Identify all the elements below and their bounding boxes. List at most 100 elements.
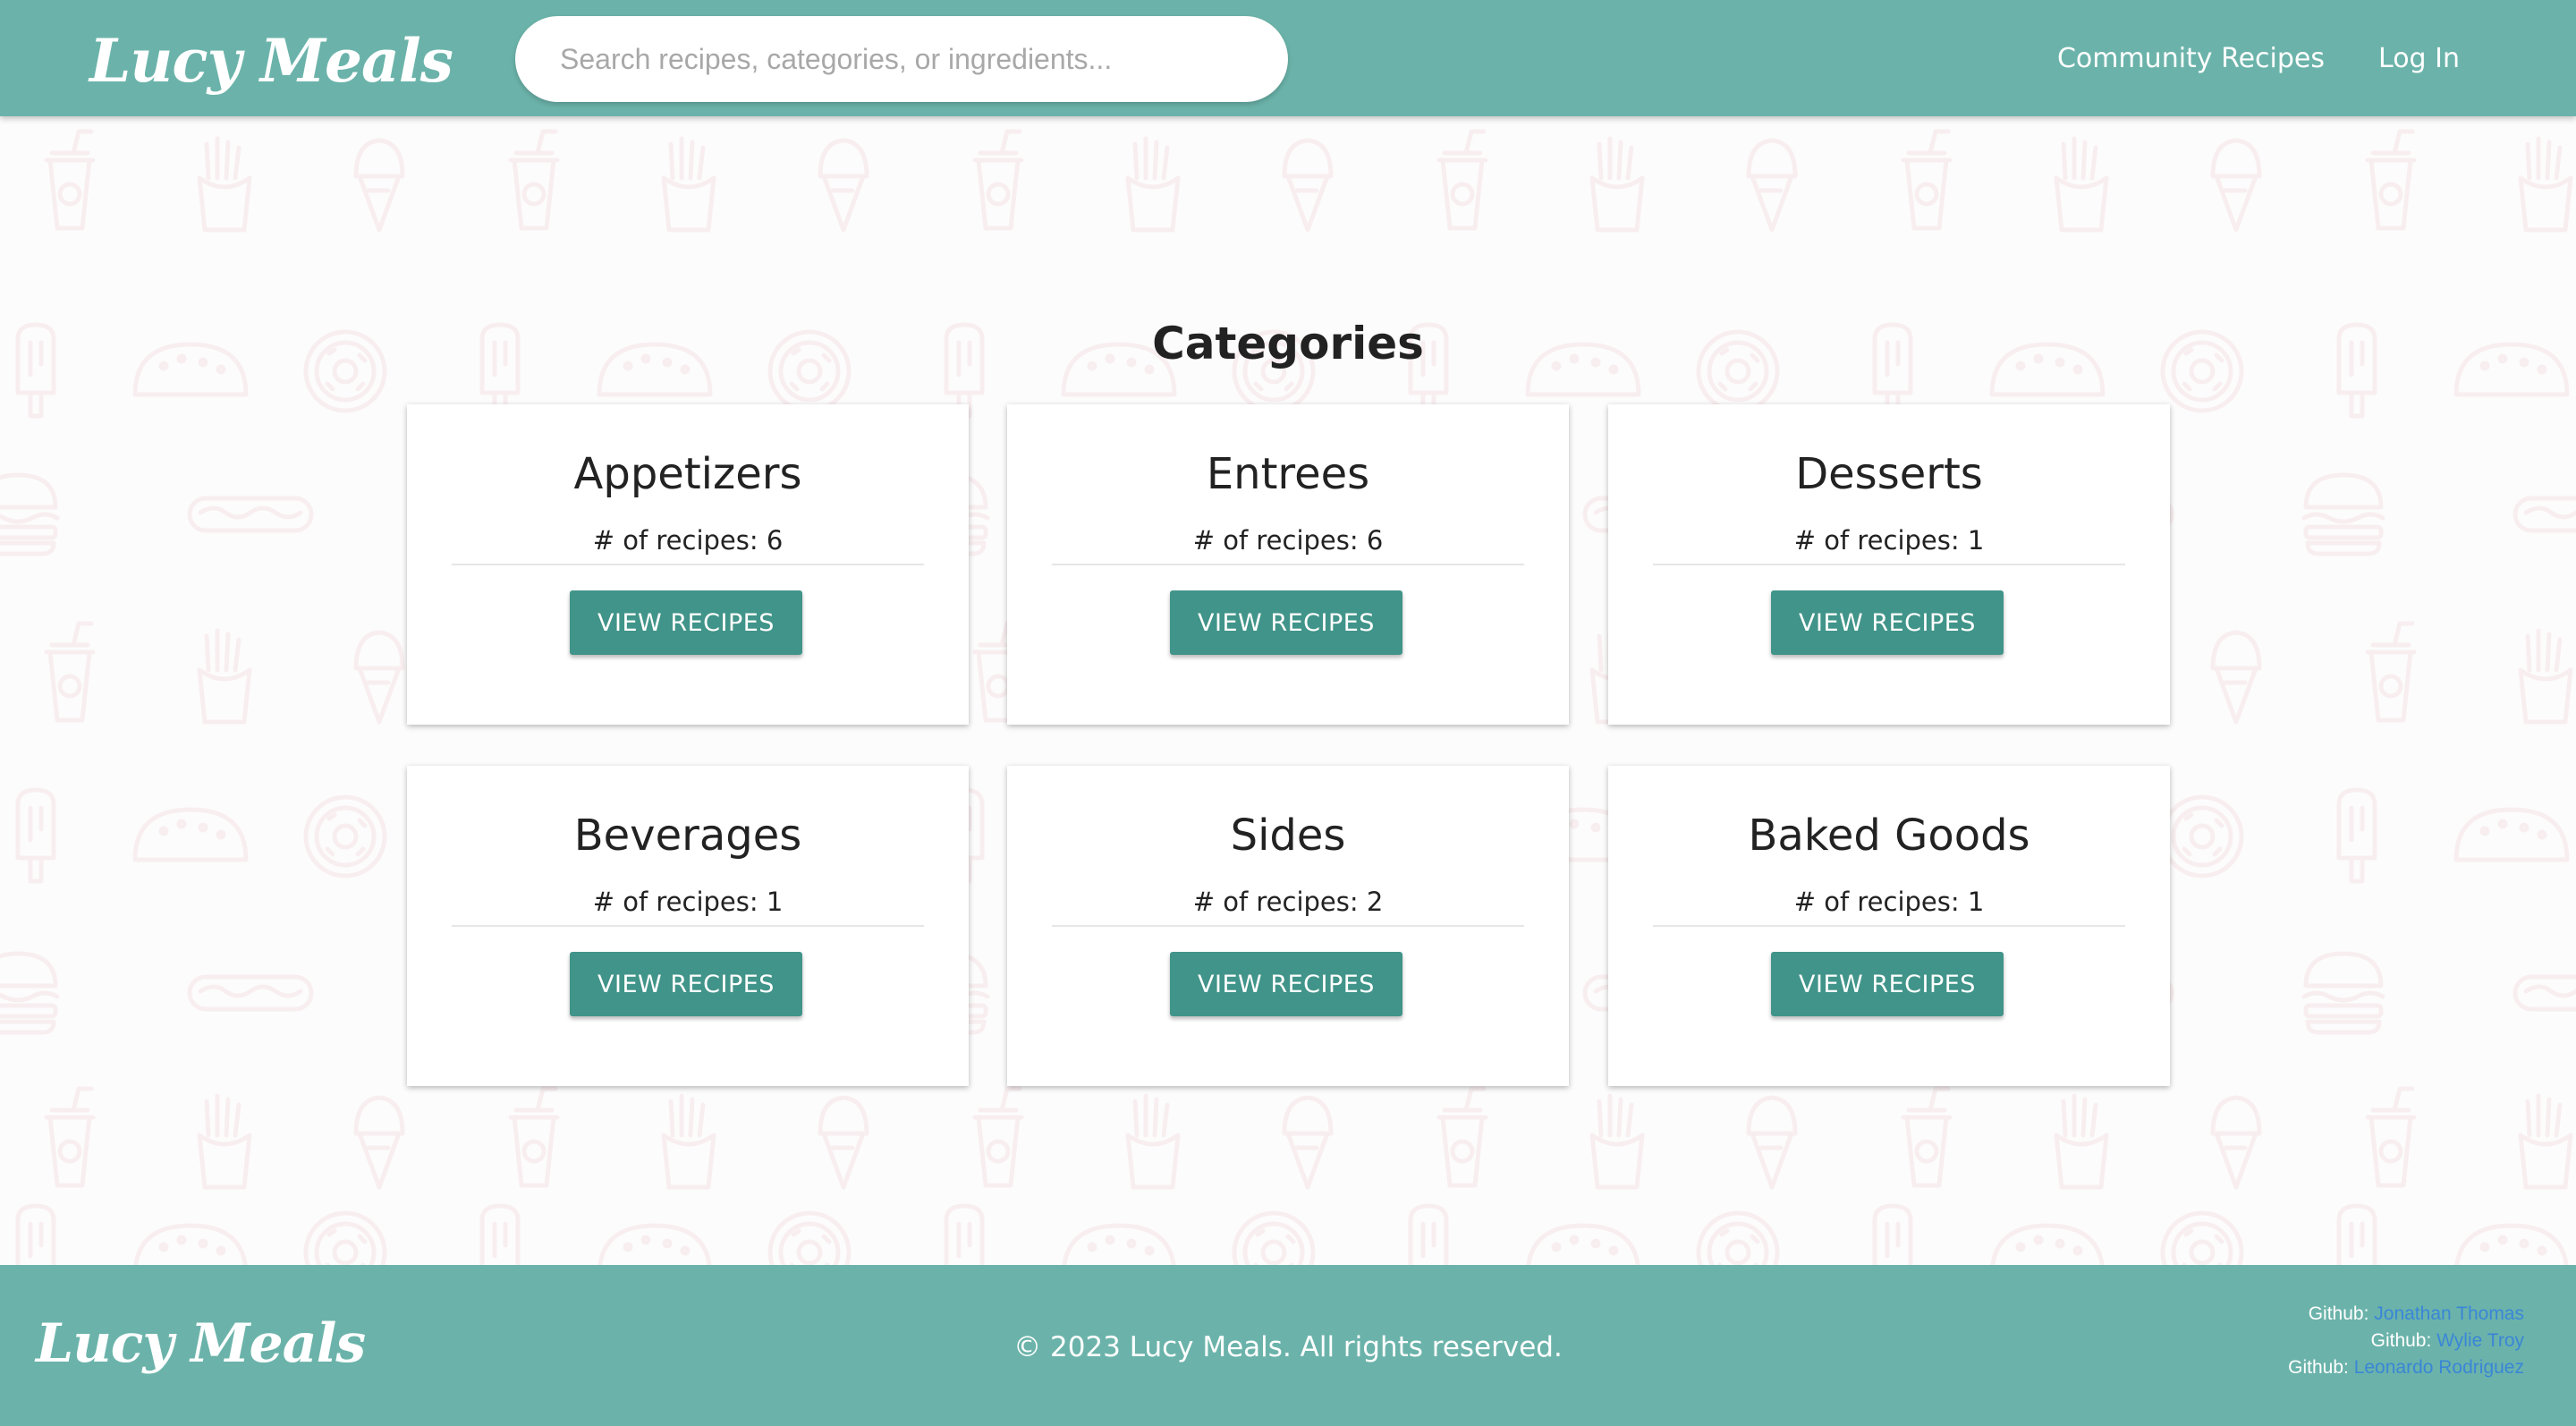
soda-cup-icon [511, 1089, 557, 1185]
recipe-count: # of recipes: 6 [1192, 525, 1384, 556]
soda-cup-icon [975, 132, 1021, 228]
view-recipes-button[interactable]: VIEW RECIPES [1170, 952, 1402, 1016]
taco-icon [2456, 810, 2567, 860]
recipe-count: # of recipes: 1 [592, 887, 784, 917]
recipe-count: # of recipes: 1 [1793, 887, 1985, 917]
ice-cream-cone-icon [2213, 632, 2259, 722]
category-name: Beverages [573, 811, 802, 861]
category-card: Appetizers # of recipes: 6 VIEW RECIPES [407, 404, 969, 725]
soda-cup-icon [975, 1089, 1021, 1185]
recipe-count: # of recipes: 1 [1793, 525, 1985, 556]
divider [1653, 564, 2125, 565]
fries-icon [664, 139, 714, 230]
popsicle-icon [2339, 790, 2375, 881]
category-name: Baked Goods [1748, 811, 2030, 861]
credit-label: Github: [2308, 1303, 2369, 1324]
soda-cup-icon [47, 624, 93, 720]
burger-icon [2304, 954, 2383, 1032]
divider [1052, 564, 1524, 565]
github-link[interactable]: Wylie Troy [2436, 1330, 2524, 1351]
burger-icon [0, 954, 57, 1032]
ice-cream-cone-icon [356, 140, 402, 230]
fries-icon [1592, 1096, 1642, 1187]
fries-icon [2521, 139, 2571, 230]
nav-links: Community Recipes Log In [2057, 38, 2460, 81]
donut-icon [2163, 797, 2241, 876]
divider [452, 564, 924, 565]
divider [452, 925, 924, 927]
hot-dog-icon [190, 977, 311, 1009]
ice-cream-cone-icon [820, 140, 867, 230]
category-name: Sides [1230, 811, 1346, 861]
credit-line: Github: Wylie Troy [2288, 1328, 2524, 1354]
view-recipes-button[interactable]: VIEW RECIPES [1771, 590, 2004, 655]
fries-icon [2521, 631, 2571, 722]
fries-icon [1592, 139, 1642, 230]
search-input[interactable] [515, 16, 1288, 102]
view-recipes-button[interactable]: VIEW RECIPES [570, 590, 802, 655]
ice-cream-cone-icon [2213, 1098, 2259, 1187]
soda-cup-icon [511, 132, 557, 228]
category-name: Appetizers [573, 449, 802, 499]
divider [1653, 925, 2125, 927]
category-name: Entrees [1206, 449, 1370, 499]
soda-cup-icon [1439, 132, 1486, 228]
ice-cream-cone-icon [1749, 1098, 1795, 1187]
ice-cream-cone-icon [1284, 140, 1331, 230]
taco-icon [135, 810, 246, 860]
fries-icon [199, 1096, 250, 1187]
github-link[interactable]: Leonardo Rodriguez [2354, 1357, 2524, 1378]
burger-icon [0, 475, 57, 554]
hot-dog-icon [190, 498, 311, 531]
copyright-text: © 2023 Lucy Meals. All rights reserved. [1013, 1331, 1563, 1363]
soda-cup-icon [2368, 132, 2414, 228]
ice-cream-cone-icon [356, 632, 402, 722]
fries-icon [199, 631, 250, 722]
burger-icon [2304, 475, 2383, 554]
divider [1052, 925, 1524, 927]
ice-cream-cone-icon [356, 1098, 402, 1187]
github-link[interactable]: Jonathan Thomas [2374, 1303, 2524, 1324]
category-card: Baked Goods # of recipes: 1 VIEW RECIPES [1608, 766, 2170, 1086]
donut-icon [306, 797, 385, 876]
ice-cream-cone-icon [2213, 140, 2259, 230]
soda-cup-icon [47, 1089, 93, 1185]
footer: Lucy Meals © 2023 Lucy Meals. All rights… [0, 1265, 2576, 1426]
soda-cup-icon [2368, 1089, 2414, 1185]
credit-line: Github: Jonathan Thomas [2288, 1301, 2524, 1328]
fries-icon [199, 139, 250, 230]
hot-dog-icon [2515, 498, 2576, 531]
view-recipes-button[interactable]: VIEW RECIPES [1170, 590, 1402, 655]
soda-cup-icon [47, 132, 93, 228]
fries-icon [2521, 1096, 2571, 1187]
fries-icon [1128, 1096, 1178, 1187]
recipe-count: # of recipes: 2 [1192, 887, 1384, 917]
view-recipes-button[interactable]: VIEW RECIPES [570, 952, 802, 1016]
soda-cup-icon [1439, 1089, 1486, 1185]
community-recipes-link[interactable]: Community Recipes [2057, 38, 2325, 81]
category-card: Sides # of recipes: 2 VIEW RECIPES [1007, 766, 1569, 1086]
ice-cream-cone-icon [1749, 140, 1795, 230]
category-name: Desserts [1795, 449, 1983, 499]
brand-logo[interactable]: Lucy Meals [89, 25, 453, 97]
fries-icon [664, 1096, 714, 1187]
log-in-link[interactable]: Log In [2378, 38, 2460, 81]
category-card: Entrees # of recipes: 6 VIEW RECIPES [1007, 404, 1569, 725]
soda-cup-icon [1903, 132, 1950, 228]
page-title: Categories [1152, 318, 1424, 369]
ice-cream-cone-icon [820, 1098, 867, 1187]
soda-cup-icon [1903, 1089, 1950, 1185]
recipe-count: # of recipes: 6 [592, 525, 784, 556]
category-card: Beverages # of recipes: 1 VIEW RECIPES [407, 766, 969, 1086]
fries-icon [1128, 139, 1178, 230]
credit-label: Github: [2370, 1330, 2432, 1351]
soda-cup-icon [2368, 624, 2414, 720]
credit-label: Github: [2288, 1357, 2349, 1378]
view-recipes-button[interactable]: VIEW RECIPES [1771, 952, 2004, 1016]
ice-cream-cone-icon [1284, 1098, 1331, 1187]
fries-icon [2056, 139, 2106, 230]
hot-dog-icon [2515, 977, 2576, 1009]
credit-line: Github: Leonardo Rodriguez [2288, 1354, 2524, 1381]
popsicle-icon [18, 790, 54, 881]
top-navbar: Lucy Meals Community Recipes Log In [0, 0, 2576, 116]
